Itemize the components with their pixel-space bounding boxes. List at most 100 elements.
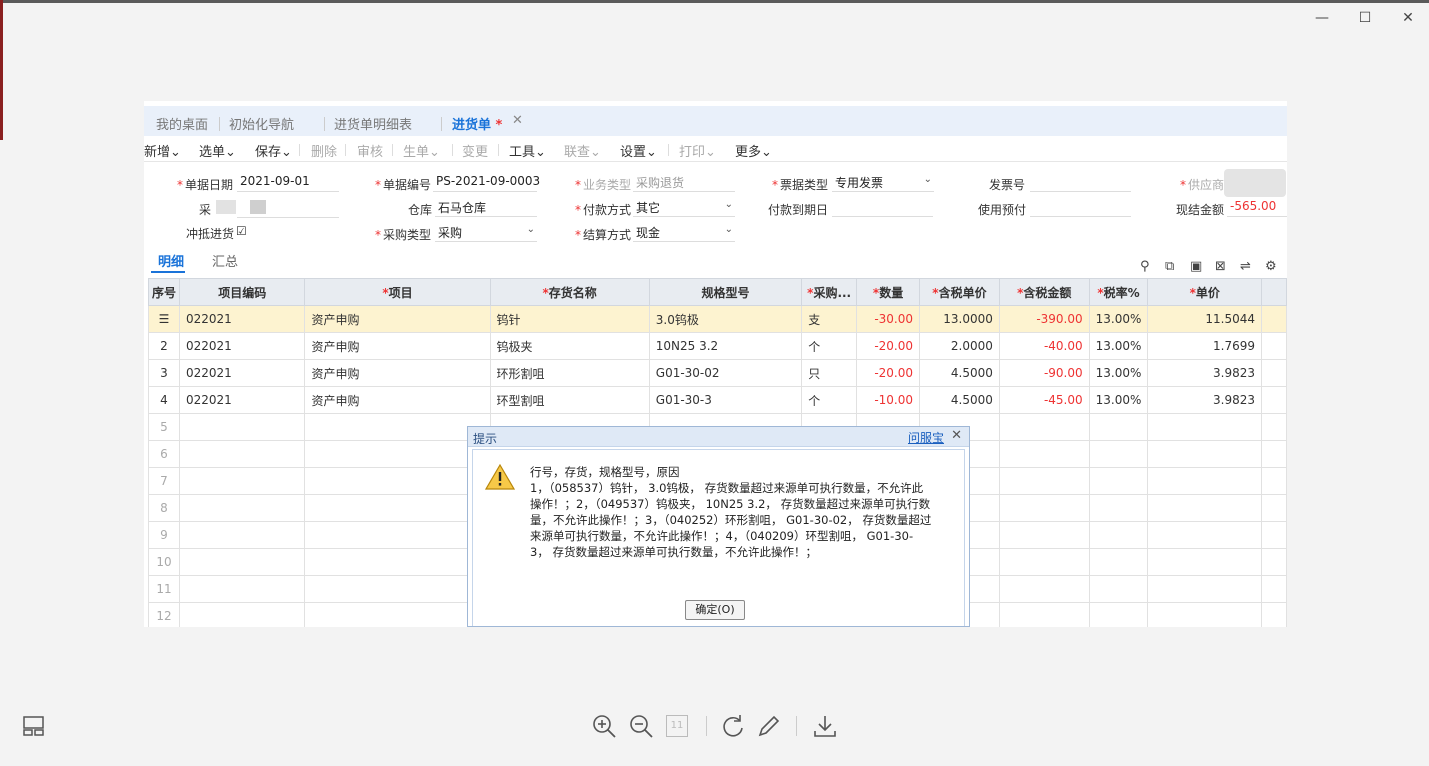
col-header-amount[interactable]: *含税金额 xyxy=(998,278,1090,306)
toolbar-save[interactable]: 保存⌄ xyxy=(255,141,292,160)
toolbar-settings[interactable]: 设置⌄ xyxy=(620,141,657,160)
paste-icon[interactable]: ▣ xyxy=(1190,259,1202,274)
close-button[interactable]: ✕ xyxy=(1398,8,1418,28)
col-header-price[interactable]: *含税单价 xyxy=(919,278,1000,306)
cell-project[interactable]: 资产申购 xyxy=(304,305,491,333)
actual-size-button[interactable]: 11 xyxy=(666,715,688,737)
col-header-project[interactable]: *项目 xyxy=(304,278,491,306)
col-header-rate[interactable]: *税率% xyxy=(1088,278,1149,306)
col-header-spec[interactable]: 规格型号 xyxy=(648,278,803,306)
cell-rate[interactable]: 13.00% xyxy=(1088,332,1149,360)
download-icon[interactable] xyxy=(812,713,838,739)
edit-pencil-icon[interactable] xyxy=(756,713,782,739)
copy-row-icon[interactable]: ⧉ xyxy=(1165,259,1174,274)
cell-code[interactable]: 022021 xyxy=(178,386,306,414)
cell-price[interactable]: 4.5000 xyxy=(919,359,1000,387)
cell-project[interactable]: 资产申购 xyxy=(304,386,491,414)
cell-name[interactable]: 钨针 xyxy=(489,305,650,333)
column-settings-icon[interactable]: ⚙ xyxy=(1265,259,1277,274)
cell-unit-price[interactable]: 3.9823 xyxy=(1147,386,1263,414)
tab-init-nav[interactable]: 初始化导航 xyxy=(229,114,294,133)
purchase-type-select[interactable]: 采购 ⌄ xyxy=(435,224,537,242)
cell-name[interactable]: 环型割咀 xyxy=(489,386,650,414)
cash-amount-field[interactable]: -565.00 xyxy=(1227,199,1287,217)
toolbar-generate[interactable]: 生单⌄ xyxy=(403,141,440,160)
col-header-idx[interactable]: 序号 xyxy=(148,278,180,306)
toolbar-select[interactable]: 选单⌄ xyxy=(199,141,236,160)
invoice-no-field[interactable] xyxy=(1030,174,1131,192)
cell-qty[interactable]: -20.00 xyxy=(856,332,921,360)
cell-project[interactable]: 资产申购 xyxy=(304,332,491,360)
tab-purchase-receipt[interactable]: 进货单 * xyxy=(452,114,502,133)
tab-desktop[interactable]: 我的桌面 xyxy=(156,114,208,133)
doc-date-field[interactable]: 2021-09-01 xyxy=(237,174,339,192)
cell-unit-price[interactable]: 1.7699 xyxy=(1147,332,1263,360)
ok-button[interactable]: 确定(O) xyxy=(685,600,745,620)
cell-project[interactable]: 资产申购 xyxy=(304,359,491,387)
doc-no-field[interactable]: PS-2021-09-0003 xyxy=(433,174,540,192)
table-row[interactable]: 2 022021 资产申购 钨极夹 10N25 3.2 个 -20.00 2.0… xyxy=(148,332,1287,360)
thumbnail-icon[interactable] xyxy=(21,713,47,739)
tab-close-icon[interactable]: ✕ xyxy=(512,113,523,128)
pay-due-field[interactable] xyxy=(832,199,933,217)
cell-unit[interactable]: 支 xyxy=(801,305,858,333)
col-header-unit-price[interactable]: *单价 xyxy=(1147,278,1263,306)
col-header-unit[interactable]: *采购... xyxy=(801,278,858,306)
zoom-out-icon[interactable] xyxy=(628,713,654,739)
cell-amount[interactable]: -40.00 xyxy=(998,332,1090,360)
use-prepay-field[interactable] xyxy=(1030,199,1131,217)
warehouse-field[interactable]: 石马仓库 xyxy=(435,199,537,217)
row-handle-icon[interactable]: ☰ xyxy=(148,305,180,333)
cell-code[interactable]: 022021 xyxy=(178,332,306,360)
toolbar-change[interactable]: 变更 xyxy=(462,141,488,160)
cell-unit-price[interactable]: 11.5044 xyxy=(1147,305,1263,333)
location-icon[interactable]: ⚲ xyxy=(1140,259,1150,274)
cell-amount[interactable]: -390.00 xyxy=(998,305,1090,333)
cell-spec[interactable]: G01-30-3 xyxy=(648,386,803,414)
cell-price[interactable]: 4.5000 xyxy=(919,386,1000,414)
cell-code[interactable]: 022021 xyxy=(178,359,306,387)
buyer-field[interactable] xyxy=(237,200,339,218)
col-header-name[interactable]: *存货名称 xyxy=(489,278,650,306)
zoom-in-icon[interactable] xyxy=(591,713,617,739)
toolbar-print[interactable]: 打印⌄ xyxy=(679,141,716,160)
cell-qty[interactable]: -10.00 xyxy=(856,386,921,414)
cell-amount[interactable]: -90.00 xyxy=(998,359,1090,387)
table-row[interactable]: 3 022021 资产申购 环形割咀 G01-30-02 只 -20.00 4.… xyxy=(148,359,1287,387)
help-link[interactable]: 问服宝 xyxy=(908,429,944,446)
toolbar-audit[interactable]: 审核 xyxy=(357,141,383,160)
cell-unit[interactable]: 个 xyxy=(801,332,858,360)
toolbar-query[interactable]: 联查⌄ xyxy=(564,141,601,160)
maximize-button[interactable]: ☐ xyxy=(1355,8,1375,28)
cell-price[interactable]: 13.0000 xyxy=(919,305,1000,333)
col-header-code[interactable]: 项目编码 xyxy=(178,278,306,306)
cell-price[interactable]: 2.0000 xyxy=(919,332,1000,360)
toolbar-delete[interactable]: 删除 xyxy=(311,141,337,160)
tab-summary[interactable]: 汇总 xyxy=(212,251,238,270)
cell-unit[interactable]: 只 xyxy=(801,359,858,387)
swap-icon[interactable]: ⇌ xyxy=(1240,259,1251,274)
table-row[interactable]: ☰ 022021 资产申购 钨针 3.0钨极 支 -30.00 13.0000 … xyxy=(148,305,1287,333)
tab-detail[interactable]: 明细 xyxy=(158,251,184,270)
cell-amount[interactable]: -45.00 xyxy=(998,386,1090,414)
table-row[interactable]: 4 022021 资产申购 环型割咀 G01-30-3 个 -10.00 4.5… xyxy=(148,386,1287,414)
minimize-button[interactable]: — xyxy=(1312,8,1332,28)
cell-rate[interactable]: 13.00% xyxy=(1088,359,1149,387)
cell-spec[interactable]: G01-30-02 xyxy=(648,359,803,387)
invoice-type-select[interactable]: 专用发票 ⌄ xyxy=(832,174,934,192)
tab-purchase-detail[interactable]: 进货单明细表 xyxy=(334,114,412,133)
cell-name[interactable]: 钨极夹 xyxy=(489,332,650,360)
cell-rate[interactable]: 13.00% xyxy=(1088,386,1149,414)
toolbar-new[interactable]: 新增⌄ xyxy=(144,141,181,160)
toolbar-tools[interactable]: 工具⌄ xyxy=(509,141,546,160)
cell-spec[interactable]: 3.0钨极 xyxy=(648,305,803,333)
cell-rate[interactable]: 13.00% xyxy=(1088,305,1149,333)
rotate-icon[interactable] xyxy=(720,713,746,739)
toolbar-more[interactable]: 更多⌄ xyxy=(735,141,772,160)
cell-name[interactable]: 环形割咀 xyxy=(489,359,650,387)
cell-qty[interactable]: -20.00 xyxy=(856,359,921,387)
cell-unit-price[interactable]: 3.9823 xyxy=(1147,359,1263,387)
settle-select[interactable]: 现金 ⌄ xyxy=(633,224,735,242)
dialog-close-icon[interactable]: ✕ xyxy=(951,428,962,443)
cell-qty[interactable]: -30.00 xyxy=(856,305,921,333)
